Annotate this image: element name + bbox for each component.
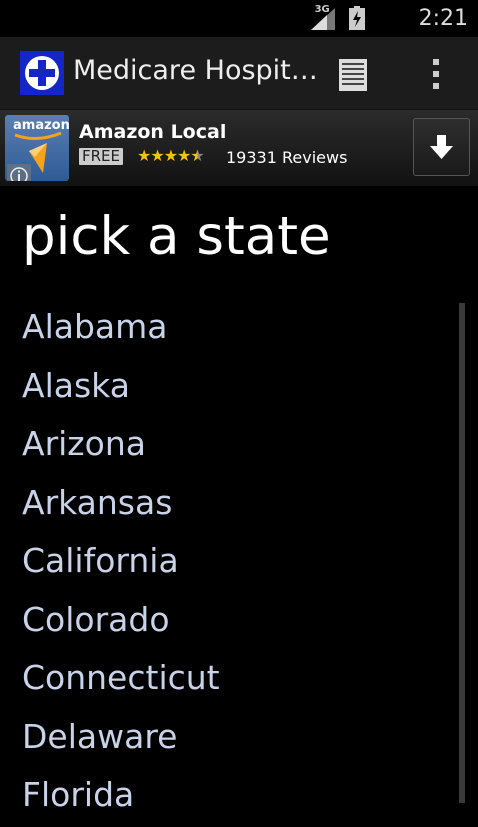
status-bar: 3G 2:21 (0, 0, 478, 37)
list-item[interactable]: Colorado (22, 593, 462, 652)
action-bar: Medicare Hospit… (0, 37, 478, 110)
ad-title: Amazon Local (79, 121, 227, 143)
ad-price-badge: FREE (79, 148, 124, 165)
app-title: Medicare Hospit… (73, 55, 318, 86)
list-item[interactable]: Connecticut (22, 651, 462, 710)
signal-icon (310, 8, 335, 30)
ad-banner[interactable]: amazon Amazon Local FREE ★★★★★ 19331 Rev… (0, 110, 478, 186)
overflow-menu-icon[interactable] (416, 51, 456, 97)
list-item[interactable]: California (22, 534, 462, 593)
download-arrow-icon (430, 135, 453, 159)
list-item[interactable]: Florida (22, 768, 462, 827)
ad-app-logo[interactable]: amazon (5, 115, 69, 181)
battery-icon (348, 6, 365, 30)
clock: 2:21 (418, 5, 468, 31)
status-indicators: 3G 2:21 (310, 4, 468, 32)
list-item[interactable]: Arkansas (22, 476, 462, 535)
ad-rating-stars: ★★★★★ (137, 146, 205, 165)
list-item[interactable]: Delaware (22, 710, 462, 769)
ad-download-button[interactable] (413, 118, 470, 176)
ad-review-count: 19331 Reviews (226, 148, 348, 167)
page-title: pick a state (22, 206, 331, 267)
medical-cross-icon[interactable] (20, 51, 64, 95)
list-item[interactable]: Arizona (22, 417, 462, 476)
state-list: Alabama Alaska Arizona Arkansas Californ… (22, 300, 462, 827)
list-item[interactable]: Alaska (22, 359, 462, 418)
scrollbar[interactable] (459, 303, 465, 803)
list-view-icon[interactable] (330, 51, 376, 97)
info-icon[interactable] (7, 164, 31, 181)
list-item[interactable]: Alabama (22, 300, 462, 359)
